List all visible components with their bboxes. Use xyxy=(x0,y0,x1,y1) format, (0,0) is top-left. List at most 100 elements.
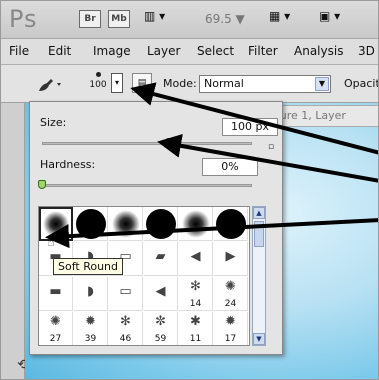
screen-mode-icon: ▣ ▾ xyxy=(319,9,341,23)
scroll-down-icon[interactable]: ▼ xyxy=(253,333,265,345)
splatter-brush-icon: ✼ xyxy=(155,314,166,329)
tool-preset-picker[interactable] xyxy=(35,73,67,95)
soft-round-brush-icon xyxy=(43,211,69,237)
mode-value: Normal xyxy=(204,77,244,90)
hardness-slider-track[interactable] xyxy=(42,184,252,187)
preset-list-scrollbar[interactable]: ▲ ▼ xyxy=(252,206,266,346)
brush-preset[interactable] xyxy=(214,207,248,241)
brush-stroke-icon: ▰ xyxy=(155,249,166,264)
brush-preset-size: 11 xyxy=(189,334,202,344)
menu-image[interactable]: Image xyxy=(93,44,131,58)
arrange-documents-button[interactable]: ▦ ▾ xyxy=(269,9,301,29)
hard-round-brush-icon xyxy=(75,208,106,239)
menu-bar: File Edit Image Layer Select Filter Anal… xyxy=(1,39,378,65)
scroll-up-icon[interactable]: ▲ xyxy=(253,207,265,219)
document-tab[interactable]: sure 1, Layer xyxy=(267,105,378,127)
brush-preset[interactable]: ✻ 46 xyxy=(109,312,143,345)
brush-stroke-icon: ◀ xyxy=(155,284,166,299)
chevron-down-icon: ▾ xyxy=(114,78,119,87)
opacity-label: Opacity xyxy=(344,77,378,90)
photoshop-window: Ps Br Mb ▥ ▾ 69.5 ▼ ▦ ▾ ▣ ▾ File Edit Im… xyxy=(0,0,379,380)
brush-tooltip: Soft Round xyxy=(53,258,124,275)
brush-panel-icon: ▤ xyxy=(137,78,147,88)
splatter-brush-icon: ✻ xyxy=(190,279,201,294)
bridge-button[interactable]: Br xyxy=(79,10,101,28)
menu-3d[interactable]: 3D xyxy=(358,44,375,58)
brush-preset[interactable]: ◀ xyxy=(179,242,213,276)
brush-preset-size: 17 xyxy=(224,334,237,344)
brush-preset-size: 14 xyxy=(189,299,202,309)
view-extras-button[interactable]: ▥ ▾ xyxy=(144,9,182,29)
menu-analysis[interactable]: Analysis xyxy=(294,44,343,58)
scrollbar-thumb[interactable] xyxy=(254,221,264,247)
view-extras-icon: ▥ ▾ xyxy=(144,9,166,23)
brush-preset[interactable] xyxy=(179,207,213,241)
brush-stroke-icon: ▬ xyxy=(49,284,62,299)
chevron-down-icon: ▼ xyxy=(315,77,329,91)
soft-round-brush-icon xyxy=(181,209,210,238)
splatter-brush-icon: ✺ xyxy=(225,279,236,294)
mode-select[interactable]: Normal ▼ xyxy=(199,75,331,93)
brush-preset-size: 39 xyxy=(84,334,97,344)
size-slider-thumb[interactable] xyxy=(166,138,174,147)
menu-filter[interactable]: Filter xyxy=(248,44,278,58)
tools-panel xyxy=(1,103,25,379)
hardness-label: Hardness: xyxy=(40,158,96,171)
brush-preset[interactable]: ✱ 11 xyxy=(179,312,213,345)
size-input[interactable]: 100 px xyxy=(222,118,278,136)
menu-file[interactable]: File xyxy=(9,44,29,58)
restore-size-icon[interactable]: ▫ xyxy=(265,141,277,153)
splatter-brush-icon: ✺ xyxy=(50,314,61,329)
size-slider-track[interactable] xyxy=(42,142,252,145)
hard-round-brush-icon xyxy=(145,208,176,239)
brush-stroke-icon: ▭ xyxy=(119,284,132,299)
hardness-slider-thumb[interactable] xyxy=(38,180,46,189)
brush-preset[interactable]: ✹ 17 xyxy=(214,312,248,345)
photoshop-logo: Ps xyxy=(9,5,38,33)
options-bar: 100 ▾ ▤ Mode: Normal ▼ Opacity xyxy=(1,65,378,103)
brush-stroke-icon: ◗ xyxy=(87,284,94,299)
zoom-value: 69.5 xyxy=(205,12,232,26)
application-bar: Ps Br Mb ▥ ▾ 69.5 ▼ ▦ ▾ ▣ ▾ xyxy=(1,1,378,39)
brush-preset[interactable]: ◗ xyxy=(74,277,108,311)
brush-preset[interactable]: ✼ 59 xyxy=(144,312,178,345)
toggle-brush-panel-button[interactable]: ▤ xyxy=(132,73,152,93)
brush-preset[interactable]: ▶ xyxy=(214,242,248,276)
splatter-brush-icon: ✹ xyxy=(85,314,96,329)
mode-label: Mode: xyxy=(163,77,197,90)
brush-preview[interactable]: 100 xyxy=(85,67,111,99)
hard-round-brush-icon xyxy=(215,208,246,239)
brush-preset[interactable]: ✹ 39 xyxy=(74,312,108,345)
brush-picker-dropdown[interactable]: ▾ xyxy=(111,73,123,93)
brush-preset[interactable]: ▭ xyxy=(109,277,143,311)
zoom-level[interactable]: 69.5 ▼ xyxy=(205,12,245,26)
brush-preset[interactable]: ▬ xyxy=(39,277,73,311)
menu-select[interactable]: Select xyxy=(197,44,234,58)
menu-edit[interactable]: Edit xyxy=(48,44,71,58)
brush-tool-icon xyxy=(39,79,61,91)
brush-preset-size: 59 xyxy=(154,334,167,344)
brush-stroke-icon: ◀ xyxy=(190,249,201,264)
hardness-input[interactable]: 0% xyxy=(202,158,258,176)
brush-preset[interactable]: ✺ 24 xyxy=(214,277,248,311)
brush-preset[interactable]: ✺ 27 xyxy=(39,312,73,345)
brush-size-label: 100 xyxy=(89,80,107,90)
menu-layer[interactable]: Layer xyxy=(147,44,180,58)
brush-preset[interactable] xyxy=(109,207,143,241)
splatter-brush-icon: ✹ xyxy=(225,314,236,329)
splatter-brush-icon: ✱ xyxy=(190,314,201,329)
mini-bridge-button[interactable]: Mb xyxy=(108,10,130,28)
brush-preset-size: 46 xyxy=(119,334,132,344)
brush-preset-soft-round[interactable] xyxy=(39,207,73,241)
brush-preset[interactable]: ▰ xyxy=(144,242,178,276)
brush-preset[interactable]: ◀ xyxy=(144,277,178,311)
brush-preset-list: ▬ ◗ ▭ ▰ ◀ ▶ ▬ ◗ ▭ ◀ ✻ 14 ✺ 24 ✺ 27 ✹ 39 … xyxy=(38,206,250,346)
brush-preset[interactable]: ✻ 14 xyxy=(179,277,213,311)
arrange-icon: ▦ ▾ xyxy=(269,9,291,23)
brush-stroke-icon: ▶ xyxy=(225,249,236,264)
screen-mode-button[interactable]: ▣ ▾ xyxy=(319,9,355,29)
brush-preset[interactable] xyxy=(144,207,178,241)
brush-preset[interactable] xyxy=(74,207,108,241)
splatter-brush-icon: ✻ xyxy=(120,314,131,329)
hand-cursor-icon: ☝ xyxy=(47,235,55,250)
